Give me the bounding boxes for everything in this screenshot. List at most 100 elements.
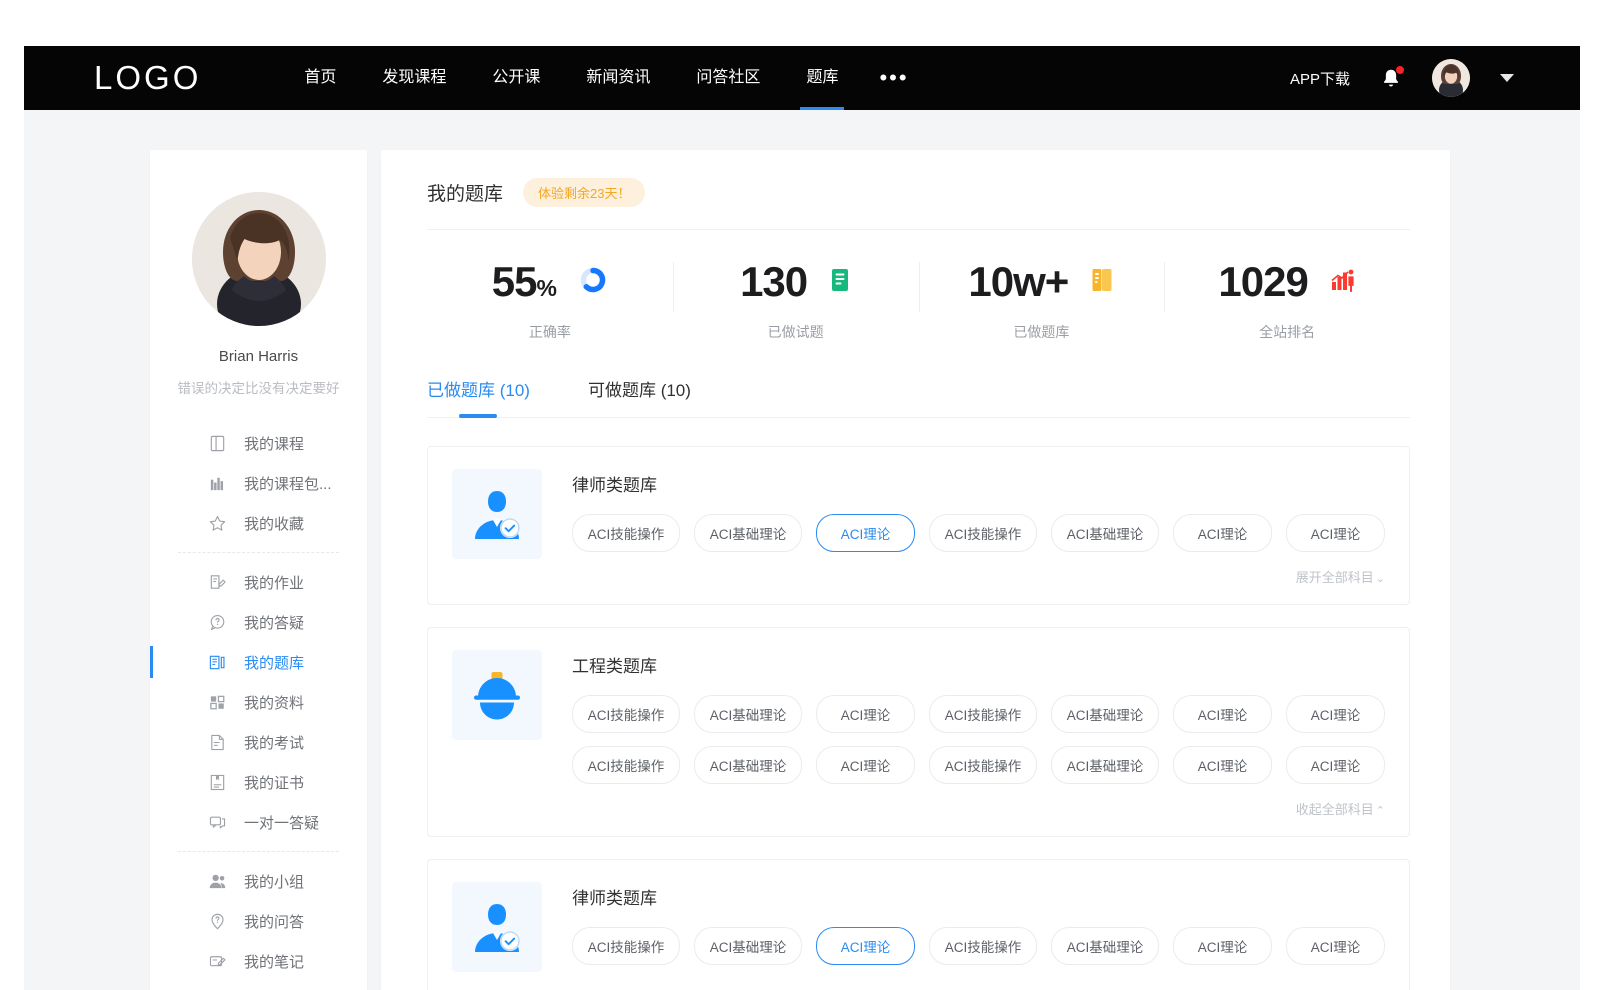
- nav-link-3[interactable]: 新闻资讯: [563, 46, 673, 110]
- subject-tag[interactable]: ACI技能操作: [929, 746, 1037, 784]
- sidebar-item-label: 我的资料: [244, 692, 304, 713]
- sidebar-user-name: Brian Harris: [150, 348, 367, 365]
- rank-chart-icon: [1330, 268, 1356, 297]
- sidebar-user-motto: 错误的决定比没有决定要好: [150, 377, 367, 397]
- nav-link-0[interactable]: 首页: [281, 46, 359, 110]
- subject-tag[interactable]: ACI技能操作: [929, 514, 1037, 552]
- sidebar-item-1[interactable]: 我的课程包...: [150, 463, 367, 503]
- user-avatar[interactable]: [1432, 59, 1470, 97]
- star-icon: [208, 514, 227, 533]
- subject-tag[interactable]: ACI基础理论: [1051, 746, 1159, 784]
- nav-link-5[interactable]: 题库: [783, 46, 861, 110]
- tab-1[interactable]: 可做题库 (10): [588, 376, 691, 417]
- lawyer-avatar-icon: [452, 469, 542, 559]
- sidebar-item-label: 我的证书: [244, 772, 304, 793]
- subject-tag[interactable]: ACI技能操作: [572, 927, 680, 965]
- nav-more-icon[interactable]: •••: [861, 53, 926, 103]
- card-title: 律师类题库: [572, 471, 1385, 496]
- site-logo[interactable]: LOGO: [94, 59, 201, 97]
- card-body: 律师类题库ACI技能操作ACI基础理论ACI理论ACI技能操作ACI基础理论AC…: [572, 882, 1385, 978]
- exam-icon: [208, 733, 227, 752]
- page-title: 我的题库: [427, 179, 503, 206]
- subject-tag[interactable]: ACI基础理论: [694, 514, 802, 552]
- sidebar-item-4[interactable]: 我的作业: [150, 562, 367, 602]
- sidebar-item-label: 一对一答疑: [244, 812, 319, 833]
- user-avatar-icon: [1432, 59, 1470, 97]
- grid-icon: [208, 693, 227, 712]
- sidebar-divider: [178, 552, 339, 553]
- sidebar-item-2[interactable]: 我的收藏: [150, 503, 367, 543]
- subject-tag[interactable]: ACI基础理论: [1051, 927, 1159, 965]
- sidebar-item-0[interactable]: 我的课程: [150, 423, 367, 463]
- subject-tag[interactable]: ACI技能操作: [929, 927, 1037, 965]
- stat-value: 1029: [1218, 261, 1307, 303]
- card-title: 工程类题库: [572, 652, 1385, 677]
- sidebar-item-6[interactable]: 我的题库: [150, 642, 367, 682]
- stat-value-row: 55%: [437, 256, 663, 308]
- page-body: Brian Harris 错误的决定比没有决定要好 我的课程我的课程包...我的…: [24, 110, 1580, 990]
- notification-dot: [1396, 66, 1404, 74]
- subject-tag[interactable]: ACI基础理论: [1051, 514, 1159, 552]
- expand-subjects-toggle[interactable]: 收起全部科目⌃: [572, 797, 1385, 822]
- subject-tag[interactable]: ACI技能操作: [572, 746, 680, 784]
- nav-right-group: APP下载: [1290, 59, 1514, 97]
- card-body: 律师类题库ACI技能操作ACI基础理论ACI理论ACI技能操作ACI基础理论AC…: [572, 469, 1385, 590]
- sidebar-item-label: 我的答疑: [244, 612, 304, 633]
- question-bank-card[interactable]: 律师类题库ACI技能操作ACI基础理论ACI理论ACI技能操作ACI基础理论AC…: [427, 446, 1410, 605]
- subject-tag[interactable]: ACI技能操作: [572, 514, 680, 552]
- sidebar-item-5[interactable]: 我的答疑: [150, 602, 367, 642]
- yellow-book-icon: [1090, 267, 1114, 298]
- question-circle-icon: [208, 613, 227, 632]
- sidebar-menu: 我的课程我的课程包...我的收藏我的作业我的答疑我的题库我的资料我的考试我的证书…: [150, 423, 367, 990]
- subject-tag[interactable]: ACI理论: [1173, 927, 1272, 965]
- subject-tag-row: ACI技能操作 ACI基础理论 ACI理论 ACI技能操作 ACI基础理论 ACI理论 AC…: [572, 927, 1385, 965]
- subject-tag[interactable]: ACI理论: [816, 514, 915, 552]
- stat-value: 130: [740, 261, 807, 303]
- note-icon: [208, 952, 227, 971]
- subject-tag[interactable]: ACI理论: [816, 746, 915, 784]
- subject-tag-rows: ACI技能操作 ACI基础理论 ACI理论 ACI技能操作 ACI基础理论 ACI理论 AC…: [572, 514, 1385, 552]
- nav-link-2[interactable]: 公开课: [469, 46, 563, 110]
- sidebar-divider: [178, 851, 339, 852]
- subject-tag[interactable]: ACI技能操作: [572, 695, 680, 733]
- sidebar-item-13[interactable]: 我的问答: [150, 901, 367, 941]
- subject-tag[interactable]: ACI理论: [816, 927, 915, 965]
- green-book-icon: [829, 267, 851, 298]
- app-download-link[interactable]: APP下载: [1290, 68, 1350, 89]
- subject-tag[interactable]: ACI理论: [1286, 514, 1385, 552]
- nav-link-1[interactable]: 发现课程: [359, 46, 469, 110]
- subject-tag[interactable]: ACI理论: [1173, 514, 1272, 552]
- question-bank-card[interactable]: 工程类题库 ACI技能操作 ACI基础理论 ACI理论 ACI技能操作 ACI基础理论 AC…: [427, 627, 1410, 837]
- sidebar-item-8[interactable]: 我的考试: [150, 722, 367, 762]
- chevron-down-icon[interactable]: [1500, 74, 1514, 82]
- page-header: 我的题库 体验剩余23天！: [427, 178, 1410, 230]
- notification-bell-button[interactable]: [1380, 66, 1402, 90]
- sidebar-avatar[interactable]: [192, 192, 326, 326]
- subject-tag[interactable]: ACI基础理论: [1051, 695, 1159, 733]
- subject-tag[interactable]: ACI基础理论: [694, 746, 802, 784]
- trial-status-badge: 体验剩余23天！: [523, 178, 645, 207]
- subject-tag[interactable]: ACI理论: [1286, 695, 1385, 733]
- sidebar-item-14[interactable]: 我的笔记: [150, 941, 367, 981]
- stat-value: 55%: [492, 261, 556, 303]
- sidebar-item-7[interactable]: 我的资料: [150, 682, 367, 722]
- question-bank-card[interactable]: 律师类题库ACI技能操作ACI基础理论ACI理论ACI技能操作ACI基础理论AC…: [427, 859, 1410, 990]
- books-icon: [208, 474, 227, 493]
- subject-tag[interactable]: ACI理论: [1286, 746, 1385, 784]
- subject-tag[interactable]: ACI理论: [1173, 746, 1272, 784]
- subject-tag[interactable]: ACI理论: [816, 695, 915, 733]
- stat-label: 正确率: [437, 322, 663, 342]
- stat-value-row: 10w+: [929, 256, 1155, 308]
- sidebar-item-12[interactable]: 我的小组: [150, 861, 367, 901]
- sidebar-item-9[interactable]: 我的证书: [150, 762, 367, 802]
- expand-subjects-toggle[interactable]: 展开全部科目⌄: [572, 565, 1385, 590]
- subject-tag[interactable]: ACI基础理论: [694, 695, 802, 733]
- subject-tag[interactable]: ACI理论: [1173, 695, 1272, 733]
- subject-tag[interactable]: ACI技能操作: [929, 695, 1037, 733]
- tab-0[interactable]: 已做题库 (10): [427, 376, 530, 417]
- subject-tag[interactable]: ACI基础理论: [694, 927, 802, 965]
- sidebar-item-10[interactable]: 一对一答疑: [150, 802, 367, 842]
- nav-link-4[interactable]: 问答社区: [673, 46, 783, 110]
- app-canvas: LOGO 首页发现课程公开课新闻资讯问答社区题库 ••• APP下载: [24, 46, 1580, 990]
- subject-tag[interactable]: ACI理论: [1286, 927, 1385, 965]
